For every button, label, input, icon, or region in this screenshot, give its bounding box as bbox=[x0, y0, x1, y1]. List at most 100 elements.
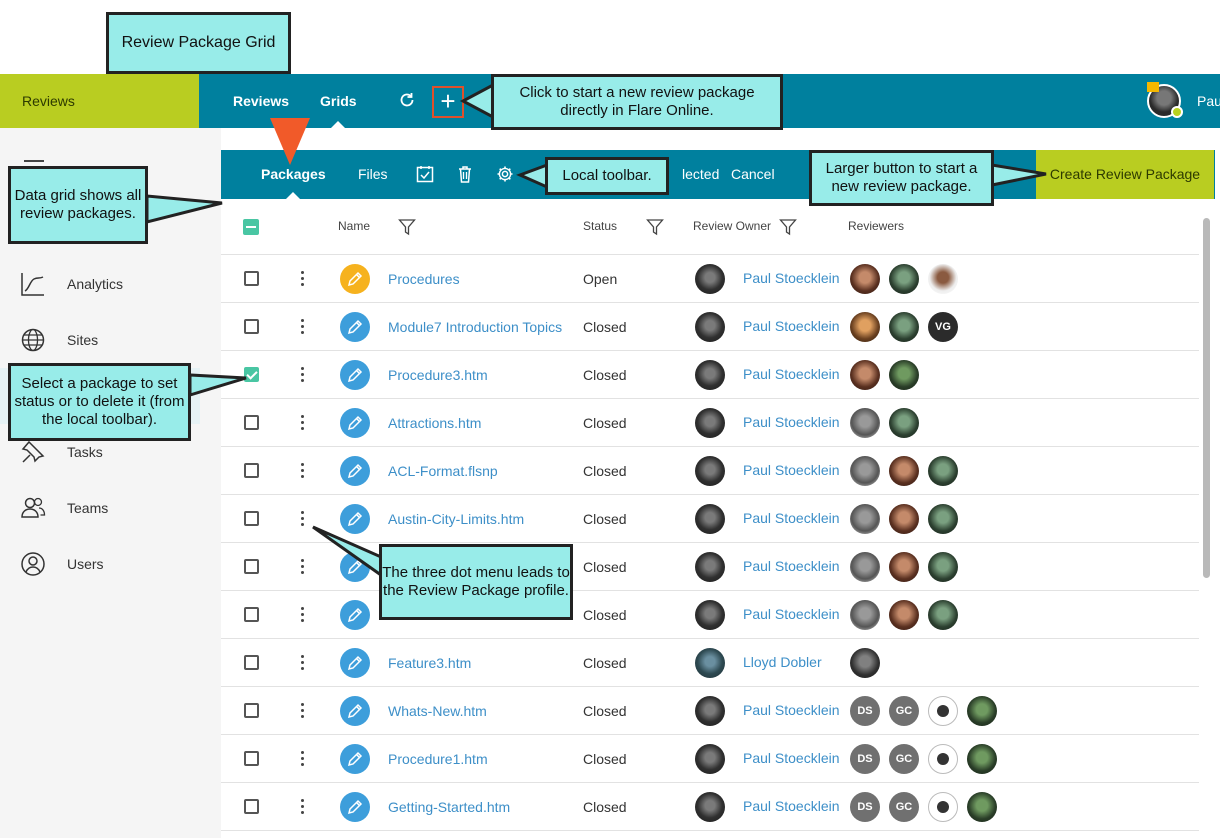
select-all-checkbox[interactable] bbox=[243, 219, 259, 235]
reviewer-badge-avatar[interactable] bbox=[928, 744, 958, 774]
reviewer-avatar[interactable] bbox=[850, 600, 880, 630]
row-checkbox[interactable] bbox=[244, 799, 259, 814]
reviewer-avatar[interactable] bbox=[928, 456, 958, 486]
row-checkbox[interactable] bbox=[244, 607, 259, 622]
reviewer-avatar[interactable] bbox=[889, 504, 919, 534]
table-row[interactable]: Feature3.htm Closed Lloyd Dobler bbox=[221, 639, 1199, 687]
row-checkbox[interactable] bbox=[244, 319, 259, 334]
reviewer-initials-avatar[interactable]: GC bbox=[889, 792, 919, 822]
table-row[interactable]: Procedure1.htm Closed Paul Stoecklein DS GC bbox=[221, 735, 1199, 783]
reviewer-avatar[interactable] bbox=[850, 264, 880, 294]
reviewer-initials-avatar[interactable]: DS bbox=[850, 744, 880, 774]
package-name-link[interactable]: Feature3.htm bbox=[388, 655, 471, 671]
column-name[interactable]: Name bbox=[338, 219, 370, 233]
reviewer-avatar[interactable] bbox=[889, 408, 919, 438]
refresh-icon[interactable] bbox=[398, 91, 416, 113]
review-owner-link[interactable]: Lloyd Dobler bbox=[743, 654, 822, 670]
table-row[interactable]: ACL-Format.flsnp Closed Paul Stoecklein bbox=[221, 447, 1199, 495]
reviewer-avatar[interactable] bbox=[889, 360, 919, 390]
row-checkbox[interactable] bbox=[244, 703, 259, 718]
reviewer-initials-avatar[interactable]: DS bbox=[850, 792, 880, 822]
reviewer-avatar[interactable] bbox=[889, 552, 919, 582]
column-status[interactable]: Status bbox=[583, 219, 617, 233]
review-owner-link[interactable]: Paul Stoecklein bbox=[743, 270, 840, 286]
filter-icon[interactable] bbox=[646, 218, 664, 236]
table-row[interactable]: Closed Paul Stoecklein bbox=[221, 543, 1199, 591]
reviewer-avatar[interactable] bbox=[850, 648, 880, 678]
more-menu-icon[interactable] bbox=[297, 269, 307, 289]
review-owner-link[interactable]: Paul Stoecklein bbox=[743, 510, 840, 526]
review-owner-link[interactable]: Paul Stoecklein bbox=[743, 558, 840, 574]
table-row[interactable]: Procedures Open Paul Stoecklein bbox=[221, 255, 1199, 303]
review-owner-link[interactable]: Paul Stoecklein bbox=[743, 798, 840, 814]
column-reviewers[interactable]: Reviewers bbox=[848, 219, 904, 233]
sidebar-item-sites[interactable]: Sites bbox=[20, 327, 210, 355]
more-menu-icon[interactable] bbox=[297, 557, 307, 577]
reviewer-initials-avatar[interactable]: GC bbox=[889, 744, 919, 774]
row-checkbox[interactable] bbox=[244, 751, 259, 766]
user-name[interactable]: Pau bbox=[1197, 74, 1220, 128]
reviewer-avatar[interactable] bbox=[928, 504, 958, 534]
create-review-package-button[interactable]: Create Review Package bbox=[1036, 150, 1214, 199]
more-menu-icon[interactable] bbox=[297, 653, 307, 673]
row-checkbox[interactable] bbox=[244, 415, 259, 430]
package-name-link[interactable]: Whats-New.htm bbox=[388, 703, 487, 719]
gear-icon[interactable] bbox=[496, 165, 514, 183]
tab-files[interactable]: Files bbox=[358, 150, 388, 199]
table-row[interactable]: Attractions.htm Closed Paul Stoecklein bbox=[221, 399, 1199, 447]
reviewer-avatar[interactable] bbox=[967, 792, 997, 822]
more-menu-icon[interactable] bbox=[297, 365, 307, 385]
review-owner-link[interactable]: Paul Stoecklein bbox=[743, 318, 840, 334]
package-name-link[interactable]: Procedure1.htm bbox=[388, 751, 488, 767]
reviewer-avatar[interactable] bbox=[889, 456, 919, 486]
app-brand[interactable]: Reviews bbox=[0, 74, 199, 128]
package-name-link[interactable]: ACL-Format.flsnp bbox=[388, 463, 498, 479]
delete-icon[interactable] bbox=[456, 165, 474, 183]
reviewer-avatar[interactable] bbox=[850, 360, 880, 390]
tab-grids[interactable]: Grids bbox=[320, 74, 357, 128]
reviewer-initials-avatar[interactable]: VG bbox=[928, 312, 958, 342]
row-checkbox[interactable] bbox=[244, 271, 259, 286]
set-status-icon[interactable] bbox=[416, 165, 434, 183]
more-menu-icon[interactable] bbox=[297, 701, 307, 721]
package-name-link[interactable]: Getting-Started.htm bbox=[388, 799, 510, 815]
select-partial-label[interactable]: lected bbox=[682, 150, 719, 199]
table-row[interactable]: Module7 Introduction Topics Closed Paul St… bbox=[221, 303, 1199, 351]
sidebar-item-teams[interactable]: Teams bbox=[20, 495, 210, 523]
reviewer-avatar[interactable] bbox=[850, 312, 880, 342]
row-checkbox[interactable] bbox=[244, 367, 259, 382]
reviewer-avatar[interactable] bbox=[889, 600, 919, 630]
table-row[interactable]: Getting-Started.htm Closed Paul Stoecklein… bbox=[221, 783, 1199, 831]
reviewer-avatar[interactable] bbox=[889, 312, 919, 342]
filter-icon[interactable] bbox=[398, 218, 416, 236]
reviewer-initials-avatar[interactable]: GC bbox=[889, 696, 919, 726]
package-name-link[interactable]: Austin-City-Limits.htm bbox=[388, 511, 524, 527]
reviewer-avatar[interactable] bbox=[850, 456, 880, 486]
table-row[interactable]: Procedure3.htm Closed Paul Stoecklein bbox=[221, 351, 1199, 399]
reviewer-initials-avatar[interactable]: DS bbox=[850, 696, 880, 726]
more-menu-icon[interactable] bbox=[297, 413, 307, 433]
package-name-link[interactable]: Procedures bbox=[388, 271, 460, 287]
new-package-button[interactable]: + bbox=[432, 86, 464, 118]
package-name-link[interactable]: Procedure3.htm bbox=[388, 367, 488, 383]
review-owner-link[interactable]: Paul Stoecklein bbox=[743, 702, 840, 718]
review-owner-link[interactable]: Paul Stoecklein bbox=[743, 462, 840, 478]
more-menu-icon[interactable] bbox=[297, 605, 307, 625]
reviewer-avatar[interactable] bbox=[967, 744, 997, 774]
cancel-button[interactable]: Cancel bbox=[731, 150, 775, 199]
more-menu-icon[interactable] bbox=[297, 317, 307, 337]
row-checkbox[interactable] bbox=[244, 559, 259, 574]
reviewer-avatar[interactable] bbox=[850, 504, 880, 534]
reviewer-avatar[interactable] bbox=[928, 264, 958, 294]
table-row[interactable]: Austin-City-Limits.htm Closed Paul Stoeckl… bbox=[221, 495, 1199, 543]
grid-scrollbar[interactable] bbox=[1203, 218, 1210, 578]
tab-reviews[interactable]: Reviews bbox=[233, 74, 289, 128]
more-menu-icon[interactable] bbox=[297, 749, 307, 769]
table-row[interactable]: Whats-New.htm Closed Paul Stoecklein DS GC bbox=[221, 687, 1199, 735]
reviewer-avatar[interactable] bbox=[850, 552, 880, 582]
row-checkbox[interactable] bbox=[244, 511, 259, 526]
reviewer-avatar[interactable] bbox=[928, 552, 958, 582]
more-menu-icon[interactable] bbox=[297, 461, 307, 481]
review-owner-link[interactable]: Paul Stoecklein bbox=[743, 606, 840, 622]
reviewer-badge-avatar[interactable] bbox=[928, 696, 958, 726]
